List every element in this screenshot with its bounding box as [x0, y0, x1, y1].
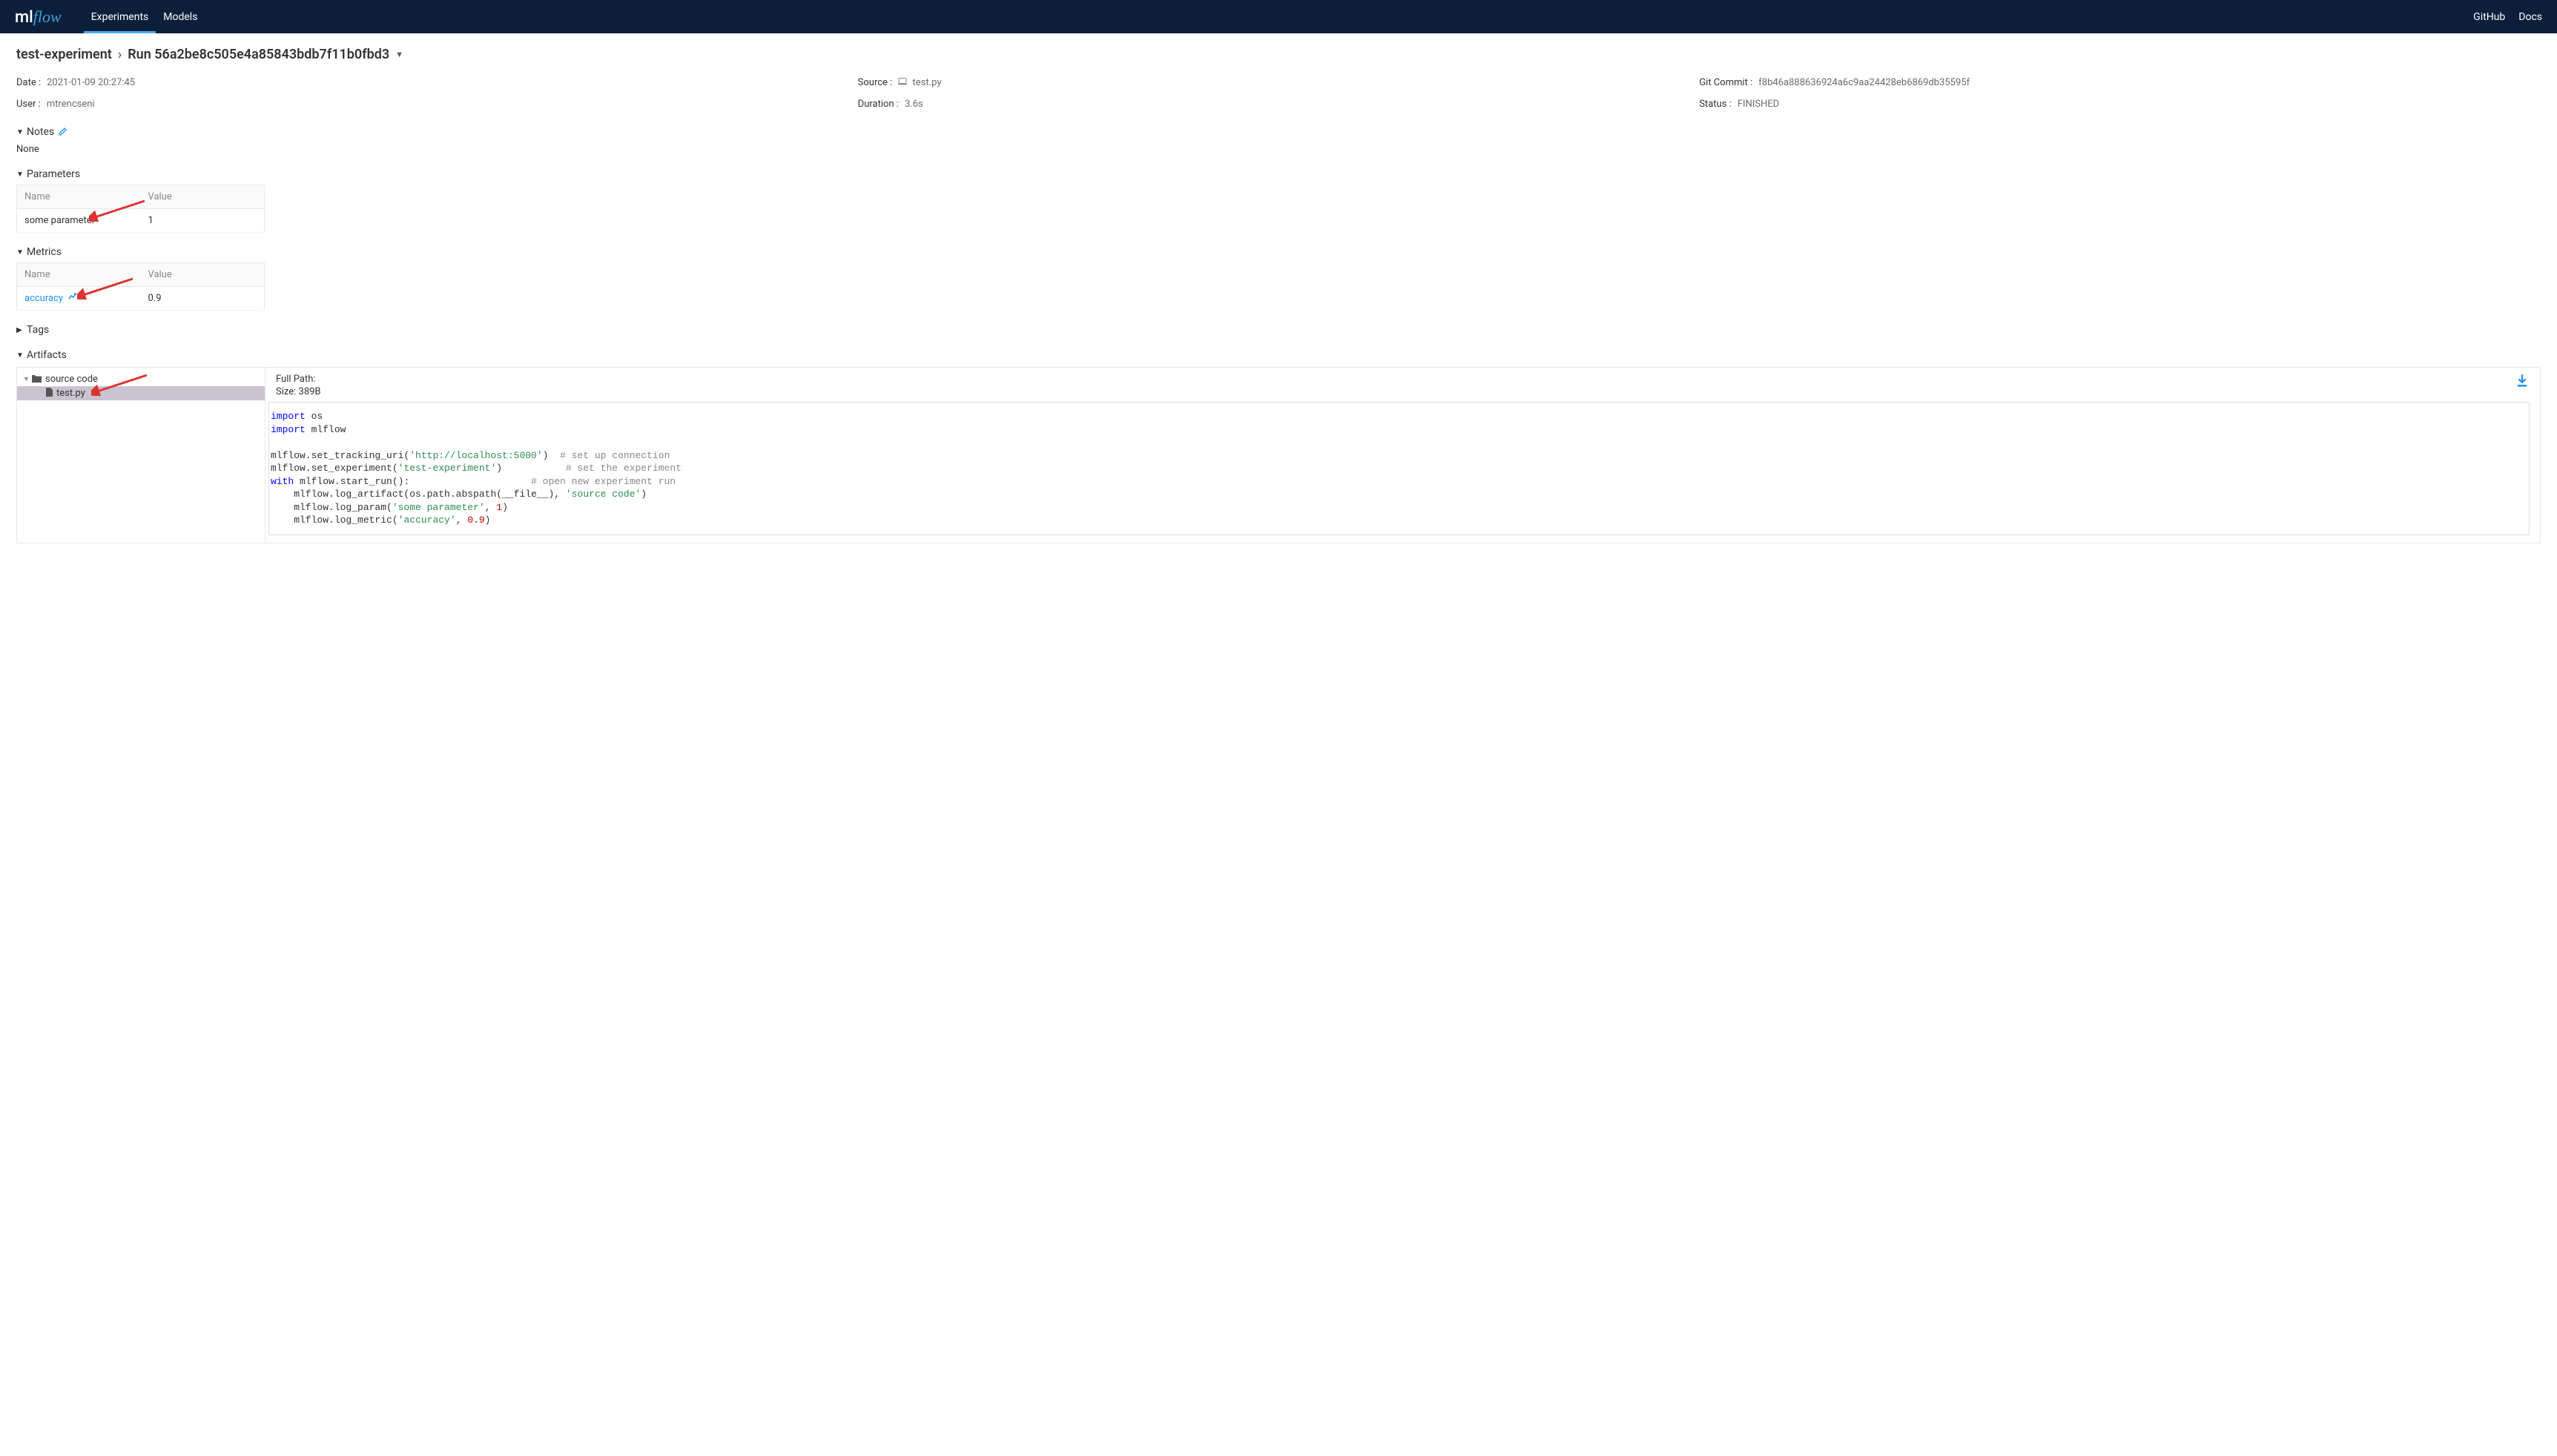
meta-user-value: mtrencseni — [47, 99, 95, 110]
size-value: 389B — [299, 386, 321, 397]
top-nav: mlflow Experiments Models GitHub Docs — [0, 0, 2557, 33]
tags-section: ▶ Tags — [16, 324, 2541, 336]
table-row: accuracy 0.9 — [17, 287, 265, 311]
artifact-meta-left: Full Path: Size: 389B — [276, 374, 321, 399]
col-value: Value — [141, 263, 265, 287]
metric-link[interactable]: accuracy — [24, 293, 63, 304]
notes-content: None — [16, 144, 2541, 155]
tags-title: Tags — [27, 324, 49, 336]
col-value: Value — [141, 185, 265, 209]
col-name: Name — [17, 185, 141, 209]
nav-right: GitHub Docs — [2473, 11, 2542, 23]
breadcrumb-separator: › — [118, 47, 122, 62]
nav-github[interactable]: GitHub — [2473, 11, 2505, 23]
notes-title: Notes — [27, 126, 54, 138]
param-name: some parameter — [17, 209, 141, 233]
tree-file-label: test.py — [56, 388, 85, 399]
meta-user-label: User : — [16, 99, 41, 110]
meta-status-value: FINISHED — [1738, 99, 1779, 110]
meta-duration-value: 3.6s — [905, 99, 923, 110]
logo-flow: flow — [33, 7, 62, 27]
meta-git-value: f8b46a888636924a6c9aa24428eb6869db35595f — [1758, 77, 1970, 88]
param-value: 1 — [141, 209, 265, 233]
metric-name-cell: accuracy — [17, 287, 141, 311]
meta-date-label: Date : — [16, 77, 41, 88]
code-viewer: import os import mlflow mlflow.set_track… — [268, 402, 2530, 535]
artifact-tree: ▼ source code test.py — [17, 368, 265, 543]
metrics-table: Name Value accuracy 0.9 — [16, 262, 265, 311]
caret-right-icon: ▶ — [16, 326, 27, 334]
tree-folder[interactable]: ▼ source code — [17, 372, 265, 386]
parameters-section: ▼ Parameters Name Value some parameter 1 — [16, 168, 2541, 233]
edit-icon[interactable] — [59, 127, 67, 138]
artifact-meta: Full Path: Size: 389B — [265, 368, 2540, 402]
nav-docs[interactable]: Docs — [2518, 11, 2542, 23]
artifacts-title: Artifacts — [27, 349, 67, 361]
chart-icon[interactable] — [68, 294, 76, 303]
notes-section: ▼ Notes None — [16, 126, 2541, 155]
parameters-header[interactable]: ▼ Parameters — [16, 168, 2541, 180]
caret-down-icon: ▼ — [16, 171, 27, 179]
meta-status-label: Status : — [1699, 99, 1732, 110]
nav-experiments[interactable]: Experiments — [84, 0, 156, 33]
parameters-table: Name Value some parameter 1 — [16, 185, 265, 233]
artifact-viewer: Full Path: Size: 389B import os import m… — [265, 368, 2540, 543]
meta-source-value: test.py — [898, 77, 941, 88]
page: test-experiment › Run 56a2be8c505e4a8584… — [0, 33, 2557, 570]
parameters-title: Parameters — [27, 168, 80, 180]
tree-folder-label: source code — [45, 374, 98, 385]
caret-down-icon: ▼ — [16, 351, 27, 360]
laptop-icon — [898, 77, 909, 88]
run-menu-caret-icon[interactable]: ▼ — [395, 50, 403, 59]
meta-source: Source : test.py — [858, 77, 1700, 88]
col-name: Name — [17, 263, 141, 287]
artifacts-section: ▼ Artifacts ▼ source code test.py — [16, 349, 2541, 543]
tree-file[interactable]: test.py — [17, 386, 265, 400]
artifacts-body: ▼ source code test.py — [16, 367, 2541, 543]
file-icon — [45, 388, 53, 399]
meta-date: Date : 2021-01-09 20:27:45 — [16, 77, 858, 88]
breadcrumb-run: Run 56a2be8c505e4a85843bdb7f11b0fbd3 — [128, 47, 389, 62]
meta-user: User : mtrencseni — [16, 99, 858, 110]
meta-source-label: Source : — [858, 77, 893, 88]
run-metadata: Date : 2021-01-09 20:27:45 Source : test… — [16, 77, 2541, 110]
metrics-section: ▼ Metrics Name Value accuracy 0.9 — [16, 246, 2541, 311]
download-icon[interactable] — [2515, 374, 2530, 399]
size-label: Size: — [276, 386, 296, 397]
table-row: some parameter 1 — [17, 209, 265, 233]
artifacts-header[interactable]: ▼ Artifacts — [16, 349, 2541, 361]
breadcrumb: test-experiment › Run 56a2be8c505e4a8584… — [16, 47, 2541, 62]
mlflow-logo[interactable]: mlflow — [15, 7, 62, 27]
tags-header[interactable]: ▶ Tags — [16, 324, 2541, 336]
logo-ml: ml — [15, 8, 33, 27]
caret-down-icon: ▼ — [16, 128, 27, 136]
meta-duration: Duration : 3.6s — [858, 99, 1700, 110]
meta-date-value: 2021-01-09 20:27:45 — [47, 77, 135, 88]
tree-caret-icon: ▼ — [23, 375, 32, 383]
meta-git-label: Git Commit : — [1699, 77, 1752, 88]
notes-header[interactable]: ▼ Notes — [16, 126, 2541, 138]
nav-links: Experiments Models — [84, 0, 205, 33]
meta-source-filename: test.py — [913, 77, 942, 88]
caret-down-icon: ▼ — [16, 248, 27, 257]
metric-value: 0.9 — [141, 287, 265, 311]
fullpath-label: Full Path: — [276, 374, 316, 385]
metrics-header[interactable]: ▼ Metrics — [16, 246, 2541, 258]
metrics-title: Metrics — [27, 246, 62, 258]
breadcrumb-experiment[interactable]: test-experiment — [16, 47, 112, 62]
folder-icon — [32, 374, 42, 385]
nav-left: mlflow Experiments Models — [15, 0, 205, 33]
nav-models[interactable]: Models — [156, 0, 205, 33]
meta-git: Git Commit : f8b46a888636924a6c9aa24428e… — [1699, 77, 2541, 88]
meta-duration-label: Duration : — [858, 99, 899, 110]
meta-status: Status : FINISHED — [1699, 99, 2541, 110]
